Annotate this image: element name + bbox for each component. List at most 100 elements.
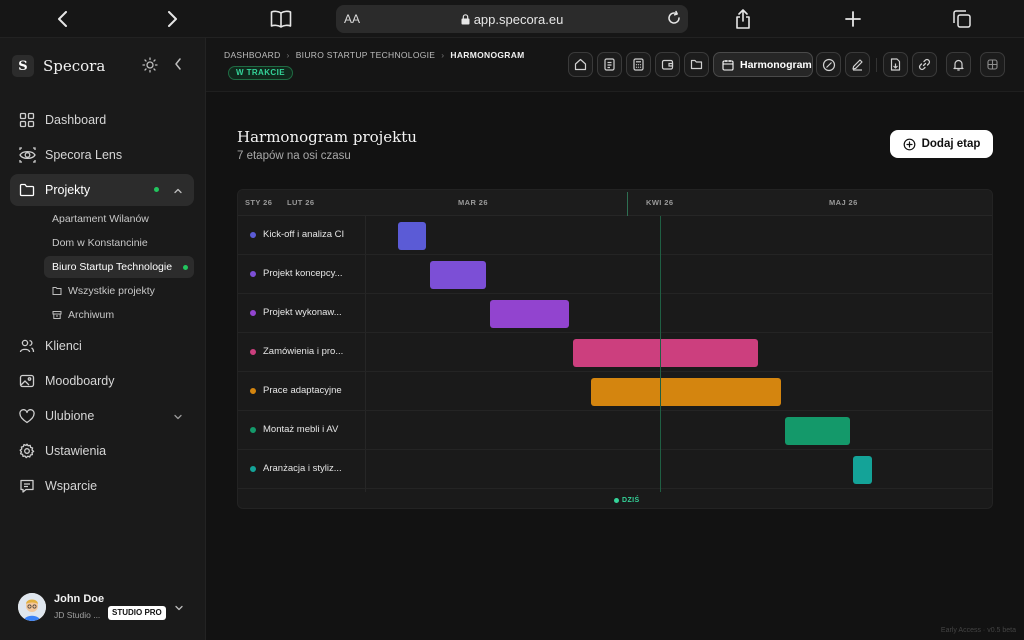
user-studio: JD Studio ...	[54, 610, 101, 620]
gantt-bar[interactable]	[398, 222, 426, 250]
project-item-all-projects[interactable]: Wszystkie projekty	[44, 280, 194, 302]
browser-toolbar: AA app.specora.eu	[0, 0, 1024, 38]
sketch-button[interactable]	[816, 52, 841, 77]
wallet-button[interactable]	[655, 52, 680, 77]
tab-harmonogram[interactable]: Harmonogram	[713, 52, 813, 77]
address-bar[interactable]: AA app.specora.eu	[336, 5, 688, 33]
breadcrumb-project[interactable]: BIURO STARTUP TECHNOLOGIE	[296, 50, 436, 60]
sidebar-item-label: Klienci	[45, 339, 82, 353]
sidebar-item-label: Dashboard	[45, 113, 107, 127]
gantt-row[interactable]: Zamówienia i pro...	[238, 333, 992, 372]
gantt-bar[interactable]	[853, 456, 872, 484]
main-content: DASHBOARD › BIURO STARTUP TECHNOLOGIE › …	[206, 38, 1024, 640]
gantt-bar[interactable]	[591, 378, 781, 406]
back-icon[interactable]	[51, 7, 75, 31]
gantt-row[interactable]: Aranżacja i styliz...	[238, 450, 992, 489]
stage-label: Projekt koncepcy...	[263, 268, 343, 279]
month-label: MAR 26	[458, 198, 488, 207]
notifications-button[interactable]	[946, 52, 971, 77]
lock-icon	[461, 13, 470, 28]
page-title: Harmonogram projektu	[237, 128, 417, 146]
file-icon	[52, 286, 62, 296]
gantt-row[interactable]: Projekt wykonaw...	[238, 294, 992, 333]
sun-icon[interactable]	[142, 57, 158, 78]
sidebar-item-dashboard[interactable]: Dashboard	[10, 104, 194, 136]
collapse-sidebar-icon[interactable]	[173, 57, 183, 76]
brand-name: Specora	[43, 57, 106, 75]
project-item-biuro-startup[interactable]: Biuro Startup Technologie	[44, 256, 194, 278]
tabs-overview-icon[interactable]	[950, 7, 974, 31]
sidebar-item-klienci[interactable]: Klienci	[10, 330, 194, 362]
sidebar-item-moodboardy[interactable]: Moodboardy	[10, 365, 194, 397]
forward-icon[interactable]	[160, 7, 184, 31]
new-tab-icon[interactable]	[841, 7, 865, 31]
status-badge: W TRAKCIE	[228, 66, 293, 80]
add-stage-button[interactable]: Dodaj etap	[890, 130, 993, 158]
stage-color-dot	[250, 387, 256, 394]
gantt-row[interactable]: Montaż mebli i AV	[238, 411, 992, 450]
chevron-down-icon[interactable]	[172, 410, 184, 428]
sidebar-item-specora-lens[interactable]: Specora Lens	[10, 139, 194, 171]
month-label: MAJ 26	[829, 198, 858, 207]
user-profile[interactable]: John Doe JD Studio ... STUDIO PRO	[18, 591, 198, 627]
stage-color-dot	[250, 348, 256, 355]
gantt-row[interactable]: Kick-off i analiza CI	[238, 216, 992, 255]
brand-logo: S	[12, 55, 34, 77]
stage-color-dot	[250, 270, 256, 277]
sidebar-item-label: Specora Lens	[45, 148, 123, 162]
home-button[interactable]	[568, 52, 593, 77]
chat-icon	[18, 477, 36, 495]
stage-color-dot	[250, 309, 256, 316]
export-button[interactable]	[883, 52, 908, 77]
gantt-bar[interactable]	[785, 417, 850, 445]
link-icon	[919, 59, 930, 70]
add-stage-label: Dodaj etap	[921, 138, 981, 150]
folder-icon	[690, 59, 703, 70]
today-label: DZIŚ	[622, 497, 640, 504]
files-button[interactable]	[684, 52, 709, 77]
calendar-icon	[722, 59, 734, 71]
sidebar-item-projekty[interactable]: Projekty	[10, 174, 194, 206]
gantt-bar[interactable]	[573, 339, 758, 367]
chevron-down-icon[interactable]	[173, 601, 185, 619]
sidebar-item-ulubione[interactable]: Ulubione	[10, 400, 194, 432]
documents-button[interactable]	[597, 52, 622, 77]
timeline-marker	[627, 192, 628, 216]
gear-icon	[18, 442, 36, 460]
breadcrumb: DASHBOARD › BIURO STARTUP TECHNOLOGIE › …	[224, 50, 525, 60]
archive-icon	[52, 310, 62, 320]
active-dot	[154, 187, 159, 192]
link-button[interactable]	[912, 52, 937, 77]
brand[interactable]: S Specora	[12, 55, 105, 77]
version-note: Early Access · v0.5 beta	[940, 627, 1016, 634]
toolbar-divider	[876, 58, 877, 72]
project-item-dom-w-konstancinie[interactable]: Dom w Konstancinie	[44, 232, 194, 254]
project-label: Biuro Startup Technologie	[52, 261, 173, 273]
more-button[interactable]	[980, 52, 1005, 77]
sidebar-item-ustawienia[interactable]: Ustawienia	[10, 435, 194, 467]
project-item-archive[interactable]: Archiwum	[44, 304, 194, 326]
sidebar-item-wsparcie[interactable]: Wsparcie	[10, 470, 194, 502]
share-icon[interactable]	[731, 7, 755, 31]
stage-label: Prace adaptacyjne	[263, 385, 342, 396]
edit-button[interactable]	[845, 52, 870, 77]
project-item-apartament-wilanow[interactable]: Apartament Wilanów	[44, 208, 194, 230]
gantt-bar[interactable]	[430, 261, 486, 289]
calculator-button[interactable]	[626, 52, 651, 77]
gantt-row[interactable]: Projekt koncepcy...	[238, 255, 992, 294]
today-line	[660, 216, 661, 492]
sidebar-item-label: Wsparcie	[45, 479, 98, 493]
bookmarks-icon[interactable]	[269, 7, 293, 31]
reload-icon[interactable]	[666, 10, 682, 31]
folder-icon	[18, 181, 36, 199]
gantt-row[interactable]: Prace adaptacyjne	[238, 372, 992, 411]
stage-label: Projekt wykonaw...	[263, 307, 342, 318]
image-icon	[18, 372, 36, 390]
wallet-icon	[661, 59, 674, 70]
chevron-up-icon[interactable]	[172, 184, 184, 202]
gantt-timeline-header: STY 26 LUT 26 MAR 26 KWI 26 MAJ 26	[238, 190, 992, 216]
breadcrumb-separator: ›	[441, 50, 445, 60]
gantt-bar[interactable]	[490, 300, 569, 328]
page-subtitle: 7 etapów na osi czasu	[237, 150, 351, 162]
breadcrumb-dashboard[interactable]: DASHBOARD	[224, 50, 281, 60]
